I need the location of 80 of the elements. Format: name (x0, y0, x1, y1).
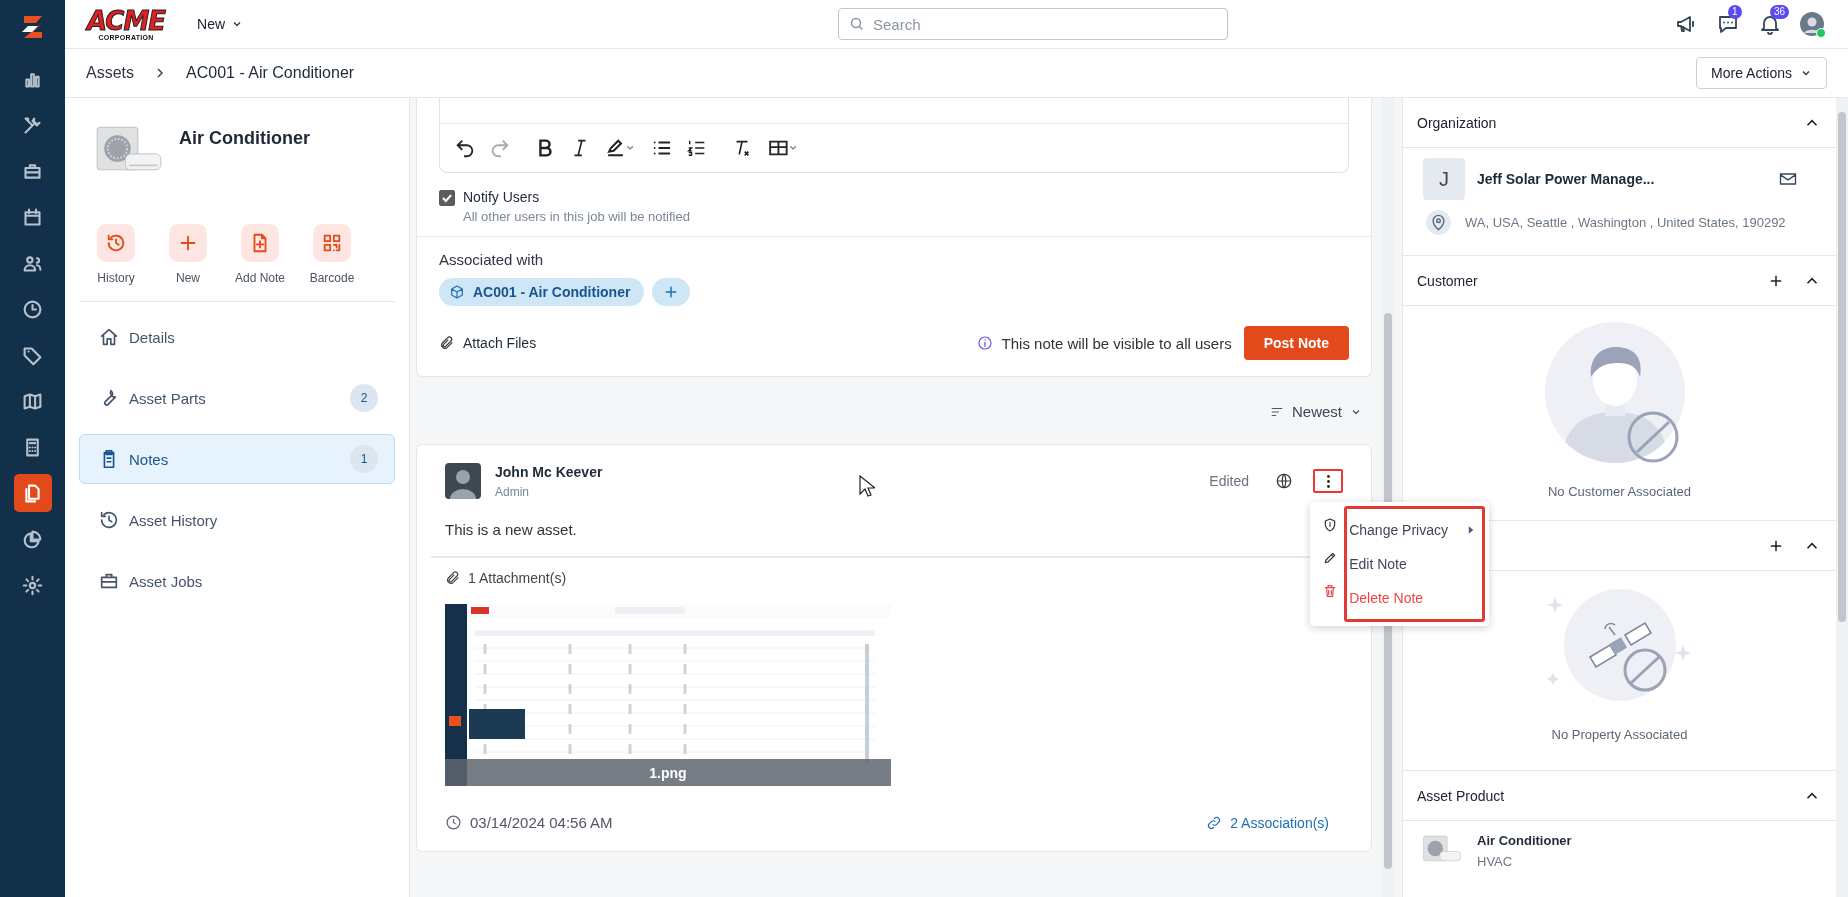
undo-icon[interactable] (454, 137, 476, 159)
info-icon (976, 335, 993, 351)
add-association-button[interactable] (652, 278, 691, 306)
quick-action[interactable]: History (91, 224, 141, 285)
side-menu-item[interactable]: Asset History (79, 495, 395, 545)
author-name: John Mc Keever (495, 463, 603, 480)
notify-label: Notify Users (463, 189, 541, 205)
quick-action[interactable]: Barcode (307, 224, 358, 285)
quick-action[interactable]: New (163, 224, 213, 285)
paperclip-icon (439, 335, 455, 351)
asset-title: Air Conditioner (179, 128, 310, 150)
side-menu-item[interactable]: Asset Parts 2 (79, 373, 395, 423)
section-title: Asset Product (1417, 787, 1506, 804)
side-menu-item[interactable]: Notes 1 (79, 434, 395, 484)
quick-action[interactable]: Add Note (235, 224, 286, 285)
link-icon (1206, 814, 1223, 831)
notification-count: 1 (1728, 5, 1742, 19)
visibility-info: This note will be visible to all users (1001, 334, 1232, 352)
product-name[interactable]: Air Conditioner (1477, 833, 1572, 848)
section-title: Customer (1417, 272, 1479, 289)
count-badge: 2 (350, 384, 378, 412)
attach-files-link[interactable]: Attach Files (439, 335, 537, 351)
attachment-filename: 1.png (648, 765, 688, 781)
association-chip[interactable]: AC001 - Air Conditioner (439, 278, 645, 306)
pie-chart-icon (22, 528, 43, 550)
menu-item[interactable]: Delete Note (1349, 581, 1474, 615)
note-timestamp: 03/14/2024 04:56 AM (470, 814, 613, 831)
nav-item[interactable] (13, 474, 52, 512)
online-dot (1816, 28, 1826, 38)
organization-address: WA, USA, Seattle , Washington , United States, 190292 (1465, 215, 1786, 230)
map-icon (22, 390, 43, 412)
home-icon (98, 326, 120, 348)
product-category: HVAC (1477, 854, 1514, 869)
tag-icon (22, 344, 43, 366)
more-actions-button[interactable]: More Actions (1696, 57, 1827, 89)
side-menu-item[interactable]: Details (79, 312, 395, 362)
tools-icon (22, 114, 43, 136)
user-avatar[interactable] (1800, 12, 1824, 36)
breadcrumb-link[interactable]: Assets (86, 64, 134, 82)
attachments-count: 1 Attachment(s) (468, 570, 567, 586)
notify-hint: All other users in this job will be notified (463, 209, 690, 224)
notify-checkbox[interactable] (439, 190, 455, 206)
empty-state-text: No Property Associated (1551, 727, 1688, 742)
post-note-button[interactable]: Post Note (1243, 326, 1349, 360)
associations-link[interactable]: 2 Association(s) (1206, 814, 1329, 831)
location-icon (1426, 210, 1451, 235)
globe-icon[interactable] (1275, 472, 1293, 490)
history-icon (105, 232, 127, 254)
paperclip-icon (445, 570, 461, 586)
author-avatar (445, 463, 481, 499)
organization-avatar: J (1423, 158, 1465, 200)
documents-icon (22, 482, 43, 504)
clock-icon (445, 814, 462, 831)
count-badge: 1 (350, 445, 378, 473)
empty-state-text: No Customer Associated (1547, 484, 1692, 499)
mouse-pointer-icon (859, 475, 875, 499)
note-text: This is a new asset. (445, 521, 577, 538)
breadcrumb-current: AC001 - Air Conditioner (186, 64, 355, 82)
scrollbar[interactable] (1836, 98, 1848, 897)
menu-item[interactable]: Edit Note (1349, 547, 1474, 581)
edited-label: Edited (1209, 473, 1249, 489)
settings-icon (22, 574, 43, 596)
more-options-button[interactable] (1313, 469, 1343, 493)
notification-count: 36 (1770, 5, 1790, 19)
section-title: Organization (1417, 114, 1498, 131)
search-field[interactable]: Search (838, 8, 1228, 40)
organization-name[interactable]: Jeff Solar Power Manage... (1477, 171, 1766, 187)
author-role: Admin (495, 484, 530, 499)
history-icon (98, 509, 120, 531)
kebab-icon (1325, 473, 1331, 489)
chevron-right-icon (154, 67, 166, 79)
menu-item[interactable]: Change Privacy (1349, 513, 1474, 547)
side-menu-item[interactable]: Asset Jobs (79, 556, 395, 606)
sort-dropdown[interactable]: Newest (1269, 403, 1362, 420)
search-icon (849, 16, 865, 32)
section-label: Associated with (439, 251, 545, 268)
cube-icon (449, 284, 465, 300)
new-menu[interactable]: New (193, 12, 248, 36)
calendar-icon (22, 206, 43, 228)
clock-icon (22, 298, 43, 320)
